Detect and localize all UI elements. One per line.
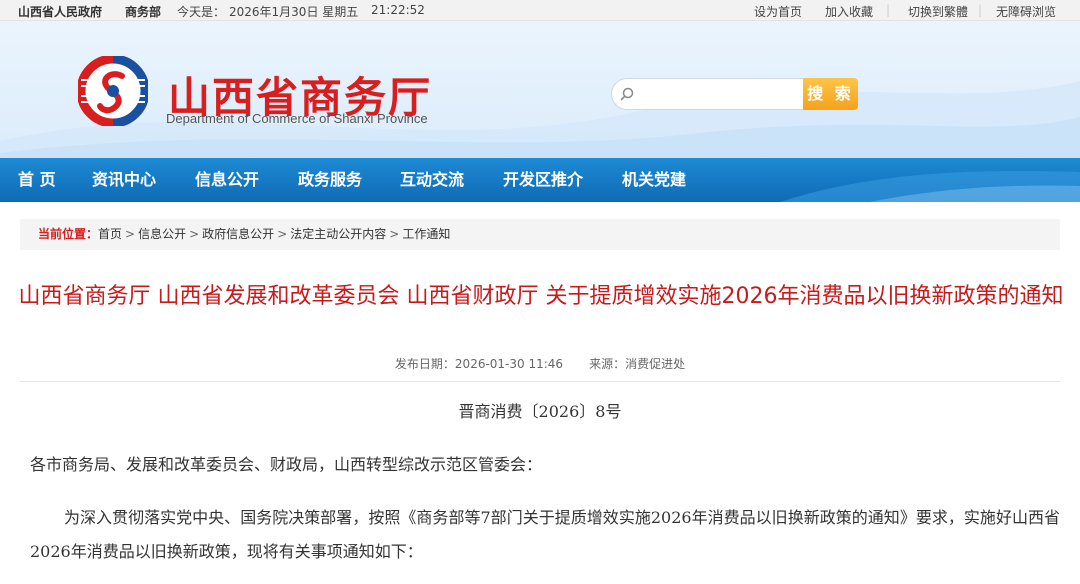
search-input[interactable] [638, 83, 798, 105]
breadcrumb-item-home[interactable]: 首页 [98, 227, 122, 241]
article-source: 消费促进处 [625, 357, 686, 371]
topbar-divider: | [886, 3, 891, 17]
site-header: 山西省商务厅 Department of Commerce of Shanxi … [0, 21, 1080, 158]
article-paragraph: 为深入贯彻落实党中央、国务院决策部署，按照《商务部等7部门关于提质增效实施202… [30, 508, 1060, 561]
search-icon [620, 87, 634, 101]
breadcrumb-separator: > [389, 227, 400, 241]
publish-date-label: 发布日期： [394, 357, 455, 371]
nav-item-interaction[interactable]: 互动交流 [400, 158, 464, 202]
set-homepage-link[interactable]: 设为首页 [754, 3, 802, 20]
search-button[interactable]: 搜 索 [803, 78, 858, 110]
current-date: 2026年1月30日 星期五 [229, 5, 359, 19]
link-shanxi-government[interactable]: 山西省人民政府 [18, 3, 102, 20]
publish-date: 2026-01-30 11:46 [454, 357, 564, 371]
breadcrumb-item-work-notices[interactable]: 工作通知 [402, 227, 450, 241]
nav-item-development-zones[interactable]: 开发区推介 [503, 158, 583, 202]
switch-traditional-link[interactable]: 切换到繁體 [908, 3, 968, 20]
document-number: 晋商消费〔2026〕8号 [458, 402, 622, 421]
main-navigation: 首 页 资讯中心 信息公开 政务服务 互动交流 开发区推介 机关党建 [0, 158, 1080, 202]
breadcrumb-label: 当前位置： [38, 227, 99, 241]
breadcrumb-item-gov-info[interactable]: 政府信息公开 [202, 227, 274, 241]
top-bar: 山西省人民政府 商务部 今天是： 2026年1月30日 星期五 21:22:52… [0, 0, 1080, 21]
header-background-waves [0, 81, 1080, 158]
source-label: 来源： [589, 357, 626, 371]
site-subtitle: Department of Commerce of Shanxi Provinc… [166, 111, 428, 126]
nav-item-news-center[interactable]: 资讯中心 [92, 158, 156, 202]
article-meta: 发布日期：2026-01-30 11:46 来源：消费促进处 [0, 355, 1080, 372]
add-favorite-link[interactable]: 加入收藏 [825, 3, 873, 20]
meta-divider [20, 381, 1060, 382]
nav-item-home[interactable]: 首 页 [18, 158, 56, 202]
article-title: 山西省商务厅 山西省发展和改革委员会 山西省财政厅 关于提质增效实施2026年消… [18, 284, 1064, 309]
breadcrumb-item-info-disclosure[interactable]: 信息公开 [138, 227, 186, 241]
search-box [611, 78, 805, 110]
topbar-divider: | [978, 3, 983, 17]
breadcrumb: 当前位置：首页 > 信息公开 > 政府信息公开 > 法定主动公开内容 > 工作通知 [20, 219, 1060, 250]
breadcrumb-item-statutory-content[interactable]: 法定主动公开内容 [290, 227, 386, 241]
breadcrumb-separator: > [125, 227, 136, 241]
nav-decoration [780, 171, 1080, 202]
commerce-department-logo-icon [78, 56, 148, 126]
nav-item-party-building[interactable]: 机关党建 [622, 158, 686, 202]
nav-item-government-services[interactable]: 政务服务 [298, 158, 362, 202]
accessibility-link[interactable]: 无障碍浏览 [996, 3, 1056, 20]
current-time: 21:22:52 [371, 3, 425, 17]
article-salutation: 各市商务局、发展和改革委员会、财政局，山西转型综改示范区管委会： [30, 455, 543, 474]
page: 山西省人民政府 商务部 今天是： 2026年1月30日 星期五 21:22:52… [0, 0, 1080, 584]
today-label: 今天是： [177, 5, 226, 19]
link-ministry-of-commerce[interactable]: 商务部 [125, 3, 161, 20]
breadcrumb-separator: > [189, 227, 200, 241]
breadcrumb-separator: > [277, 227, 288, 241]
nav-item-information-disclosure[interactable]: 信息公开 [195, 158, 259, 202]
